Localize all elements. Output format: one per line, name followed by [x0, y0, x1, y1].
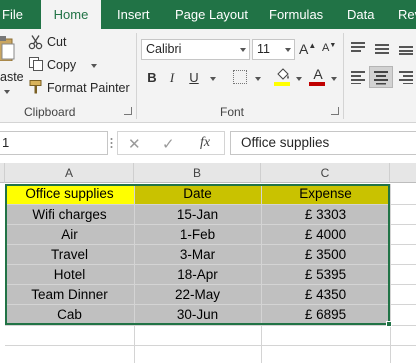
align-top-icon[interactable] — [350, 41, 366, 55]
font-color-dropdown-icon[interactable] — [331, 77, 337, 81]
font-dialog-launcher-icon[interactable] — [331, 107, 339, 115]
increase-font-size-icon[interactable]: A▲ — [299, 41, 317, 57]
font-name-dropdown-icon[interactable] — [240, 48, 246, 52]
clipboard-group-label: Clipboard — [24, 105, 76, 119]
font-size-value: 11 — [257, 42, 270, 56]
borders-icon[interactable] — [233, 70, 247, 84]
enter-icon[interactable]: ✓ — [162, 135, 175, 153]
formula-bar-grip-icon[interactable] — [110, 135, 113, 151]
gridline — [390, 184, 391, 363]
fill-color-swatch — [274, 82, 290, 86]
name-box-value: 1 — [2, 135, 10, 150]
ribbon-tab-bar: File Home Insert Page Layout Formulas Da… — [0, 0, 416, 29]
underline-dropdown-icon[interactable] — [210, 77, 216, 81]
align-left-icon[interactable] — [350, 70, 366, 84]
font-color-icon[interactable]: A — [311, 67, 325, 81]
clipboard-dialog-launcher-icon[interactable] — [124, 107, 132, 115]
font-name-value: Calibri — [146, 42, 182, 56]
decrease-font-size-icon[interactable]: A▼ — [322, 42, 340, 58]
tab-home[interactable]: Home — [41, 0, 101, 29]
paste-icon[interactable] — [0, 35, 16, 62]
group-divider — [136, 33, 137, 119]
tab-review[interactable]: Rev — [398, 0, 416, 29]
fill-color-dropdown-icon[interactable] — [296, 77, 302, 81]
group-divider — [343, 33, 344, 119]
scissors-icon[interactable] — [28, 34, 44, 50]
tab-file[interactable]: File — [0, 0, 28, 29]
align-bottom-icon[interactable] — [398, 41, 414, 55]
cut-button[interactable]: Cut — [47, 35, 66, 49]
insert-function-icon[interactable]: fx — [200, 135, 210, 151]
fill-color-icon[interactable] — [275, 67, 291, 81]
copy-dropdown-icon[interactable] — [91, 64, 97, 68]
formula-bar: 1 ✕ ✓ fx Office supplies — [0, 123, 416, 163]
italic-button[interactable]: I — [166, 70, 178, 86]
name-box[interactable]: 1 — [0, 131, 108, 155]
align-right-icon[interactable] — [398, 70, 414, 84]
ribbon-home: aste Cut Copy Format Painter Clipboard C… — [0, 29, 416, 123]
column-header-d[interactable] — [390, 163, 416, 183]
tab-page-layout[interactable]: Page Layout — [175, 0, 248, 29]
fill-handle[interactable] — [386, 321, 392, 327]
tab-insert[interactable]: Insert — [117, 0, 150, 29]
column-header-a[interactable]: A — [5, 163, 134, 183]
column-header-b[interactable]: B — [134, 163, 261, 183]
paste-dropdown-icon[interactable] — [4, 90, 10, 94]
format-painter-button[interactable]: Format Painter — [47, 81, 130, 95]
font-size-dropdown-icon[interactable] — [285, 48, 291, 52]
align-middle-icon[interactable] — [374, 41, 390, 55]
underline-button[interactable]: U — [188, 70, 200, 85]
format-painter-icon[interactable] — [28, 79, 44, 95]
font-color-swatch — [309, 82, 325, 86]
copy-icon[interactable] — [28, 56, 44, 72]
formula-bar-buttons: ✕ ✓ fx — [117, 131, 225, 155]
column-header-c[interactable]: C — [261, 163, 390, 183]
selection-range-border — [5, 184, 390, 325]
tab-data[interactable]: Data — [347, 0, 374, 29]
borders-dropdown-icon[interactable] — [255, 77, 261, 81]
worksheet-grid[interactable]: A B C Office supplies Date Expense Wifi … — [0, 163, 416, 363]
bold-button[interactable]: B — [146, 70, 158, 85]
cancel-icon[interactable]: ✕ — [128, 135, 141, 153]
formula-input[interactable]: Office supplies — [230, 131, 416, 155]
font-name-box[interactable]: Calibri — [141, 39, 250, 60]
paste-button-label[interactable]: aste — [0, 70, 24, 84]
formula-value: Office supplies — [241, 135, 330, 150]
font-group-label: Font — [220, 105, 245, 119]
gridline — [5, 325, 416, 326]
copy-button[interactable]: Copy — [47, 58, 76, 72]
gridline — [5, 345, 416, 346]
tab-formulas[interactable]: Formulas — [269, 0, 323, 29]
align-center-button[interactable] — [369, 66, 393, 88]
